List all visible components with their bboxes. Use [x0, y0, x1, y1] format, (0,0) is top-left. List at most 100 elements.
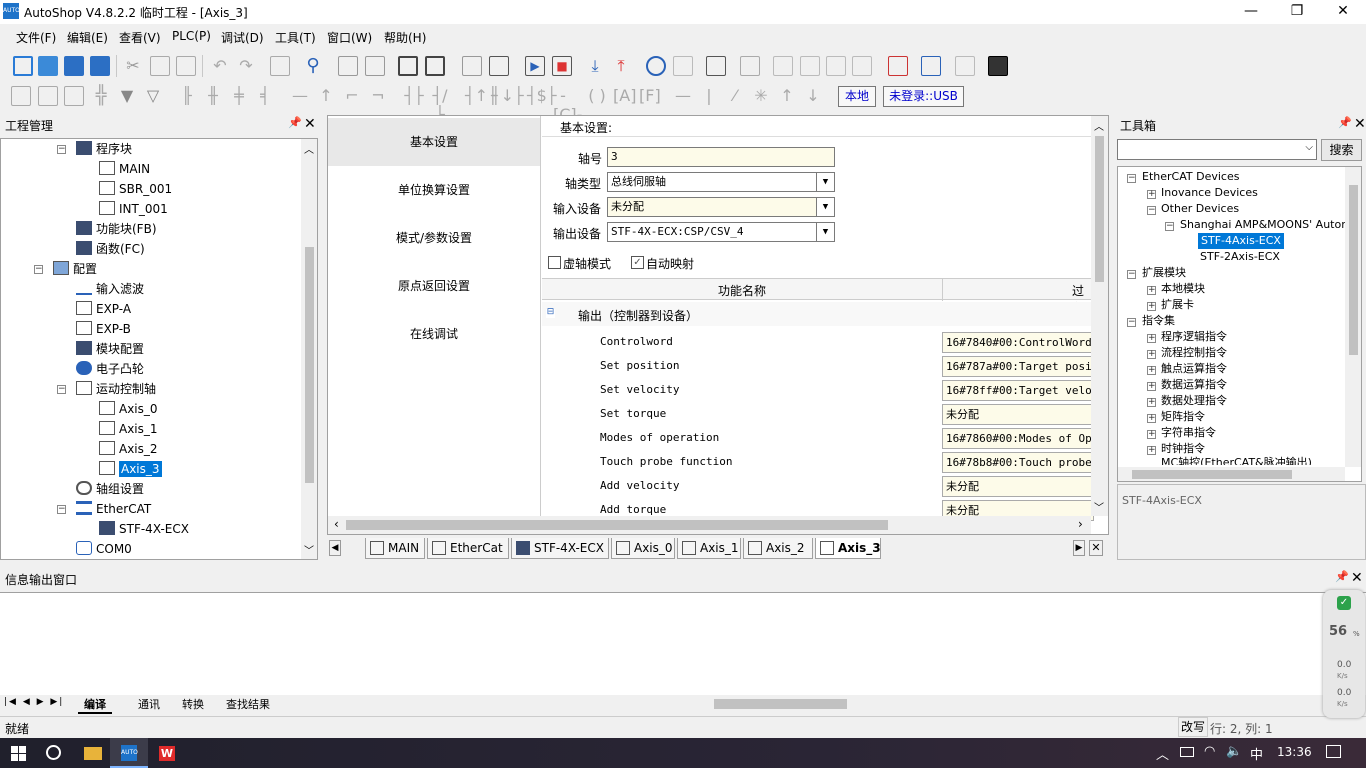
tree-item-config[interactable]: 配置	[53, 259, 97, 279]
sfc-icon[interactable]	[38, 86, 58, 106]
collapse-icon[interactable]: −	[1127, 318, 1136, 327]
tab-find-results[interactable]: 查找结果	[220, 696, 276, 712]
scrollbar-thumb[interactable]	[1132, 470, 1292, 479]
tree-item-stf-4x-ecx[interactable]: STF-4X-ECX	[99, 519, 189, 539]
collapse-icon[interactable]: ⊟	[546, 308, 555, 318]
tree-item-int[interactable]: INT_001	[99, 199, 168, 219]
output-coil-icon[interactable]: ( )	[587, 86, 607, 106]
pin-icon[interactable]: 📌	[1335, 570, 1349, 583]
tab-close-icon[interactable]: ✕	[1089, 540, 1103, 556]
tree-item-fb[interactable]: 功能块(FB)	[76, 219, 157, 239]
tree-item-module-config[interactable]: 模块配置	[76, 339, 144, 359]
tab-scroll-right-icon[interactable]: ▶	[1073, 540, 1085, 556]
scrollbar-thumb[interactable]	[346, 520, 888, 530]
stop-icon[interactable]: ■	[552, 56, 572, 76]
battery-icon[interactable]	[1180, 747, 1194, 757]
ime-indicator[interactable]: 中	[1250, 744, 1263, 763]
menu-tools[interactable]: 工具(T)	[275, 29, 316, 46]
undo-icon[interactable]: ↶	[210, 56, 230, 76]
tree-item-axis1[interactable]: Axis_1	[99, 419, 158, 439]
nav-online-debug[interactable]: 在线调试	[328, 310, 540, 358]
toolbox-item[interactable]: Inovance Devices	[1161, 185, 1258, 201]
toolbox-hscrollbar[interactable]	[1118, 467, 1345, 481]
tab-axis2[interactable]: Axis_2	[743, 538, 813, 559]
line-2-icon[interactable]: ¬	[368, 86, 388, 106]
test-icon[interactable]	[888, 56, 908, 76]
copy-icon[interactable]	[150, 56, 170, 76]
close-icon[interactable]: ✕	[1354, 116, 1366, 132]
wifi-icon[interactable]: ◠	[1204, 744, 1215, 759]
chevron-down-icon[interactable]: ⌵	[1305, 142, 1313, 153]
hline2-icon[interactable]: —	[673, 86, 693, 106]
expand-icon[interactable]: +	[1147, 350, 1156, 359]
chevron-down-icon[interactable]: ▼	[816, 173, 834, 191]
compile-all-icon[interactable]	[489, 56, 509, 76]
ladder-2-icon[interactable]: ╫	[203, 86, 223, 106]
tree-item-exp-b[interactable]: EXP-B	[76, 319, 131, 339]
line-1-icon[interactable]: ⌐	[342, 86, 362, 106]
write-icon[interactable]	[740, 56, 760, 76]
virtual-axis-checkbox[interactable]	[548, 256, 561, 269]
search-icon[interactable]: ⚲	[303, 56, 323, 76]
collapse-icon[interactable]: −	[1147, 206, 1156, 215]
arrow-down2-icon[interactable]: ↓	[803, 86, 823, 106]
expand-icon[interactable]: +	[1147, 430, 1156, 439]
axis-no-field[interactable]: 3	[607, 147, 835, 167]
ladder-1-icon[interactable]: ╟	[177, 86, 197, 106]
toolbox-item[interactable]: 触点运算指令	[1161, 361, 1227, 377]
tab-convert[interactable]: 转换	[176, 696, 210, 712]
close-button[interactable]: ✕	[1320, 0, 1366, 24]
set-icon[interactable]	[826, 56, 846, 76]
tree-item-input-filter[interactable]: 输入滤波	[76, 279, 144, 299]
scrollbar-thumb[interactable]	[714, 699, 847, 709]
toolbox-item[interactable]: 本地模块	[1161, 281, 1205, 297]
function-a-icon[interactable]: [A]	[613, 86, 636, 106]
print-icon[interactable]	[365, 56, 385, 76]
save-icon[interactable]	[64, 56, 84, 76]
scrollbar-thumb[interactable]	[305, 247, 314, 483]
output-device-select[interactable]: STF-4X-ECX:CSP/CSV_4 ▼	[607, 222, 835, 242]
delete-icon[interactable]	[270, 56, 290, 76]
notification-icon[interactable]	[1326, 745, 1341, 758]
window-cascade-icon[interactable]	[398, 56, 418, 76]
toolbox-item[interactable]: Shanghai AMP&MOONS' Automation	[1180, 217, 1361, 233]
toolbox-item[interactable]: 流程控制指令	[1161, 345, 1227, 361]
project-tree-scrollbar[interactable]: ︿ ﹀	[301, 139, 317, 559]
nc-contact-icon[interactable]: ┤/├	[430, 86, 450, 124]
arrow-down-icon[interactable]: ▼	[117, 86, 137, 106]
tab-axis0[interactable]: Axis_0	[611, 538, 675, 559]
tree-item-axis0[interactable]: Axis_0	[99, 399, 158, 419]
menu-help[interactable]: 帮助(H)	[384, 29, 426, 46]
tree-item-main[interactable]: MAIN	[99, 159, 150, 179]
print-preview-icon[interactable]	[338, 56, 358, 76]
scroll-left-icon[interactable]: ‹	[334, 517, 339, 531]
tree-item-axis3[interactable]: Axis_3	[99, 459, 162, 479]
tab-comm[interactable]: 通讯	[132, 696, 166, 712]
coil-icon[interactable]: -[C]-	[553, 86, 582, 124]
windows-start-icon[interactable]	[11, 746, 26, 761]
scroll-right-icon[interactable]: ›	[1078, 517, 1083, 531]
menu-plc[interactable]: PLC(P)	[172, 29, 211, 43]
toolbox-item[interactable]: EtherCAT Devices	[1142, 169, 1239, 185]
expand-icon[interactable]: +	[1147, 398, 1156, 407]
arrow-up-icon[interactable]: ↑	[777, 86, 797, 106]
expand-icon[interactable]: +	[1147, 414, 1156, 423]
auto-map-checkbox[interactable]: ✓	[631, 256, 644, 269]
menu-file[interactable]: 文件(F)	[16, 29, 56, 46]
scrollbar-thumb[interactable]	[1349, 185, 1358, 355]
menu-edit[interactable]: 编辑(E)	[67, 29, 108, 46]
delete-hline-icon[interactable]: ⁄	[725, 86, 745, 106]
toolbox-item[interactable]: 矩阵指令	[1161, 409, 1205, 425]
nav-arrows-icon[interactable]: |◀ ◀ ▶ ▶|	[4, 697, 64, 707]
clock[interactable]: 13:36	[1277, 745, 1312, 759]
input-device-select[interactable]: 未分配 ▼	[607, 197, 835, 217]
scroll-up-icon[interactable]: ︿	[1094, 118, 1104, 133]
close-icon[interactable]: ✕	[1351, 570, 1363, 586]
expand-icon[interactable]: +	[1147, 302, 1156, 311]
toolbox-item[interactable]: 扩展卡	[1161, 297, 1194, 313]
menu-view[interactable]: 查看(V)	[119, 29, 161, 46]
tab-stf-4x-ecx[interactable]: STF-4X-ECX	[511, 538, 609, 559]
search-icon[interactable]	[46, 745, 61, 760]
scroll-down-icon[interactable]: ﹀	[1094, 499, 1104, 514]
nav-basic-settings[interactable]: 基本设置	[328, 118, 540, 166]
